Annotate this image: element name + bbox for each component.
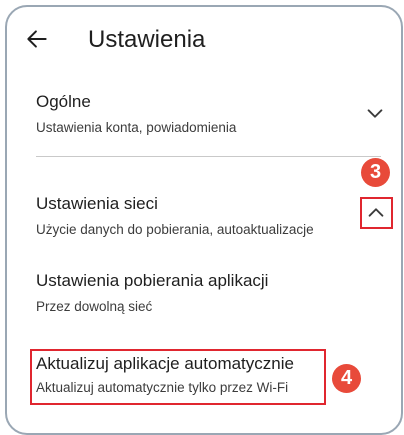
settings-item-title: Aktualizuj aplikacje automatycznie [36,354,294,373]
chevron-up-icon[interactable] [365,201,387,223]
section-divider [36,156,381,157]
settings-item-title: Ustawienia pobierania aplikacji [36,271,269,290]
settings-item-title: Ogólne [36,92,91,111]
settings-item-network[interactable]: Ustawienia sieci Użycie danych do pobier… [36,193,381,239]
settings-item-general[interactable]: Ogólne Ustawienia konta, powiadomienia [36,91,381,137]
page-title: Ustawienia [88,26,206,53]
settings-item-subtitle: Przez dowolną sieć [36,299,153,314]
settings-item-subtitle: Aktualizuj automatycznie tylko przez Wi-… [36,380,289,395]
step-badge-3: 3 [361,158,390,187]
settings-item-title: Ustawienia sieci [36,194,158,213]
chevron-down-icon[interactable] [364,103,386,125]
settings-item-subtitle: Użycie danych do pobierania, autoaktuali… [36,222,314,237]
settings-item-auto-update[interactable]: Aktualizuj aplikacje automatycznie Aktua… [36,353,326,397]
settings-item-app-download[interactable]: Ustawienia pobierania aplikacji Przez do… [36,270,381,316]
back-arrow-icon[interactable] [24,26,50,52]
settings-item-subtitle: Ustawienia konta, powiadomienia [36,120,237,135]
step-badge-4: 4 [332,364,361,393]
top-app-bar: Ustawienia [24,22,384,62]
